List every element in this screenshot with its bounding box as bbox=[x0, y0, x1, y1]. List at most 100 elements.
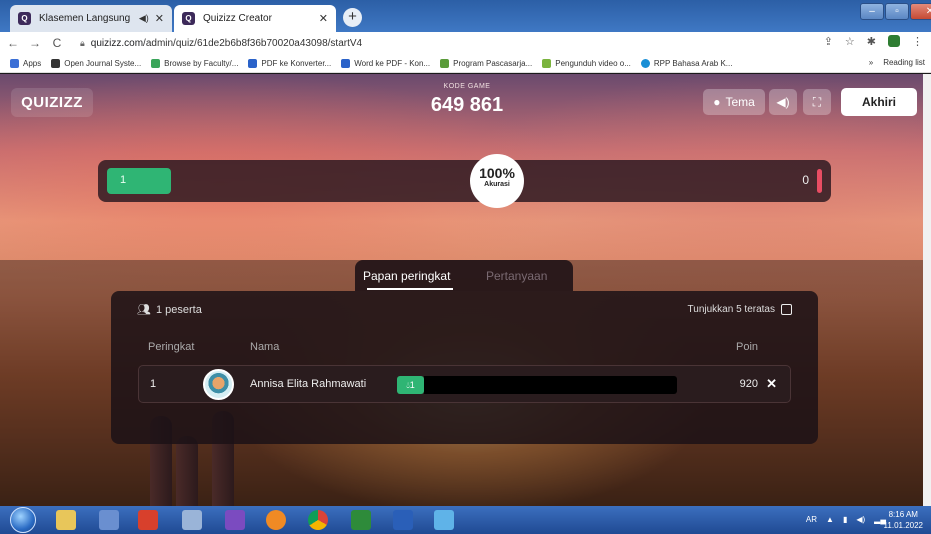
vs-icon[interactable] bbox=[225, 510, 245, 530]
end-game-button[interactable]: Akhiri bbox=[841, 88, 917, 116]
download-icon bbox=[542, 58, 552, 68]
bookmark-label: Open Journal Syste... bbox=[64, 58, 142, 68]
avatar bbox=[203, 369, 234, 400]
back-icon[interactable]: ← bbox=[4, 36, 22, 50]
correct-count: 1 bbox=[107, 168, 171, 194]
quizizz-logo[interactable]: QUIZIZZ bbox=[11, 88, 93, 117]
network-icon[interactable]: ▮ bbox=[843, 515, 847, 524]
bookmark-label: Browse by Faculty/... bbox=[164, 58, 239, 68]
close-window-button[interactable]: ✕ bbox=[910, 3, 931, 20]
remove-participant-icon[interactable]: ✕ bbox=[766, 376, 777, 392]
repository-icon bbox=[151, 58, 161, 68]
url-host: quizizz.com bbox=[90, 37, 144, 49]
tab-quizizz-creator[interactable]: Q Quizizz Creator ✕ bbox=[174, 5, 336, 32]
users-icon: 👥︎ bbox=[137, 304, 151, 316]
tab-strip: Q Klasemen Langsung ◀︎) ✕ Q Quizizz Crea… bbox=[0, 0, 931, 32]
chrome-icon[interactable] bbox=[308, 510, 328, 530]
bookmark-pdf-converter[interactable]: PDF ke Konverter... bbox=[248, 58, 332, 68]
bookmark-faculty[interactable]: Browse by Faculty/... bbox=[151, 58, 239, 68]
tab-title: Klasemen Langsung bbox=[39, 13, 131, 24]
tab-klasemen[interactable]: Q Klasemen Langsung ◀︎) ✕ bbox=[10, 5, 172, 32]
share-icon[interactable]: ⇪ bbox=[824, 35, 833, 48]
extension-icon[interactable] bbox=[888, 35, 900, 47]
bookmark-word-pdf[interactable]: Word ke PDF - Kon... bbox=[341, 58, 430, 68]
quizizz-page: QUIZIZZ KODE GAME 649 861 ● Tema ◀︎) ⛶ A… bbox=[0, 74, 931, 506]
word-icon[interactable] bbox=[393, 510, 413, 530]
top5-toggle[interactable]: Tunjukkan 5 teratas bbox=[688, 304, 792, 315]
lock-icon[interactable]: 🔒︎ bbox=[80, 38, 85, 49]
page-scrollbar[interactable] bbox=[923, 74, 931, 506]
tab-leaderboard[interactable]: Papan peringkat bbox=[363, 269, 450, 283]
accuracy-percent: 100% bbox=[479, 165, 515, 181]
word-icon bbox=[341, 58, 351, 68]
firefox-icon[interactable] bbox=[266, 510, 286, 530]
app-icon[interactable] bbox=[182, 510, 202, 530]
volume-icon[interactable]: ◀︎) bbox=[856, 515, 865, 524]
language-indicator[interactable]: AR bbox=[806, 515, 817, 524]
speaker-icon[interactable]: ◀︎) bbox=[139, 13, 149, 24]
bookmark-ojs[interactable]: Open Journal Syste... bbox=[51, 58, 142, 68]
tab-questions[interactable]: Pertanyaan bbox=[486, 269, 547, 283]
quizizz-favicon-icon: Q bbox=[182, 12, 195, 25]
bookmark-label: PDF ke Konverter... bbox=[261, 58, 332, 68]
bookmark-label: RPP Bahasa Arab K... bbox=[653, 58, 733, 68]
close-tab-icon[interactable]: ✕ bbox=[155, 12, 164, 25]
more-bookmarks-icon[interactable]: » bbox=[869, 58, 873, 67]
participants-count: 👥︎ 1 peserta bbox=[137, 303, 202, 317]
star-icon[interactable]: ☆ bbox=[845, 35, 855, 48]
presentation-icon[interactable] bbox=[138, 510, 158, 530]
speaker-icon: ◀︎) bbox=[776, 95, 790, 109]
minimize-button[interactable]: – bbox=[860, 3, 884, 20]
forward-icon[interactable]: → bbox=[26, 36, 44, 50]
start-button[interactable] bbox=[10, 507, 36, 533]
palette-icon: ● bbox=[713, 95, 721, 109]
col-name: Nama bbox=[250, 341, 280, 353]
extensions-icon[interactable]: ✱ bbox=[867, 35, 876, 48]
top5-checkbox[interactable] bbox=[781, 304, 792, 315]
excel-icon[interactable] bbox=[351, 510, 371, 530]
bookmark-label: Apps bbox=[23, 58, 42, 68]
menu-icon[interactable]: ⋮ bbox=[912, 35, 923, 48]
table-row[interactable]: 1 Annisa Elita Rahmawati 💧︎1 920 ✕ bbox=[138, 365, 791, 403]
incorrect-indicator bbox=[817, 169, 822, 193]
bookmark-apps[interactable]: Apps bbox=[10, 58, 42, 68]
quizizz-favicon-icon: Q bbox=[18, 12, 31, 25]
restore-button[interactable]: ▫ bbox=[885, 3, 909, 20]
rock-decor bbox=[176, 436, 198, 506]
bookmark-pascasarjana[interactable]: Program Pascasarja... bbox=[440, 58, 532, 68]
bookmarks-right: » Reading list bbox=[869, 58, 925, 67]
globe-icon bbox=[640, 58, 650, 68]
row-name: Annisa Elita Rahmawati bbox=[250, 378, 367, 390]
date: 11.01.2022 bbox=[883, 521, 923, 530]
explorer-icon[interactable] bbox=[56, 510, 76, 530]
bookmark-rpp[interactable]: RPP Bahasa Arab K... bbox=[640, 58, 733, 68]
theme-button[interactable]: ● Tema bbox=[703, 89, 765, 115]
fullscreen-button[interactable]: ⛶ bbox=[803, 89, 831, 115]
theme-label: Tema bbox=[725, 95, 755, 109]
clock[interactable]: 8:16 AM 11.01.2022 bbox=[884, 509, 923, 531]
address-bar[interactable]: quizizz.com/admin/quiz/61de2b6b8f36b7002… bbox=[91, 38, 362, 49]
url-path: /admin/quiz/61de2b6b8f36b70020a43098/sta… bbox=[143, 37, 363, 49]
taskbar: AR ▲ ▮ ◀︎) ▂▄ 8:16 AM 11.01.2022 bbox=[0, 506, 931, 534]
reading-list-button[interactable]: Reading list bbox=[883, 58, 925, 67]
tray-expand-icon[interactable]: ▲ bbox=[826, 515, 834, 524]
system-tray: AR ▲ ▮ ◀︎) ▂▄ bbox=[806, 515, 886, 524]
participants-label: 1 peserta bbox=[155, 303, 202, 316]
pdf-icon bbox=[248, 58, 258, 68]
close-tab-icon[interactable]: ✕ bbox=[319, 12, 328, 25]
app-icon[interactable] bbox=[434, 510, 454, 530]
game-code-caption: KODE GAME bbox=[443, 83, 491, 90]
active-tab-underline bbox=[367, 288, 453, 290]
app-icon[interactable] bbox=[99, 510, 119, 530]
bookmark-video[interactable]: Pengunduh video o... bbox=[542, 58, 631, 68]
new-tab-button[interactable]: + bbox=[343, 8, 362, 27]
fullscreen-icon: ⛶ bbox=[812, 94, 822, 109]
reload-icon[interactable]: C bbox=[48, 36, 66, 50]
bookmark-label: Pengunduh video o... bbox=[555, 58, 631, 68]
leaderboard: 👥︎ 1 peserta Tunjukkan 5 teratas Peringk… bbox=[111, 291, 818, 444]
sound-button[interactable]: ◀︎) bbox=[769, 89, 797, 115]
tab-title: Quizizz Creator bbox=[203, 13, 272, 24]
col-rank: Peringkat bbox=[148, 341, 195, 353]
time: 8:16 AM bbox=[888, 510, 918, 519]
accuracy-badge: 100% Akurasi bbox=[470, 154, 524, 208]
